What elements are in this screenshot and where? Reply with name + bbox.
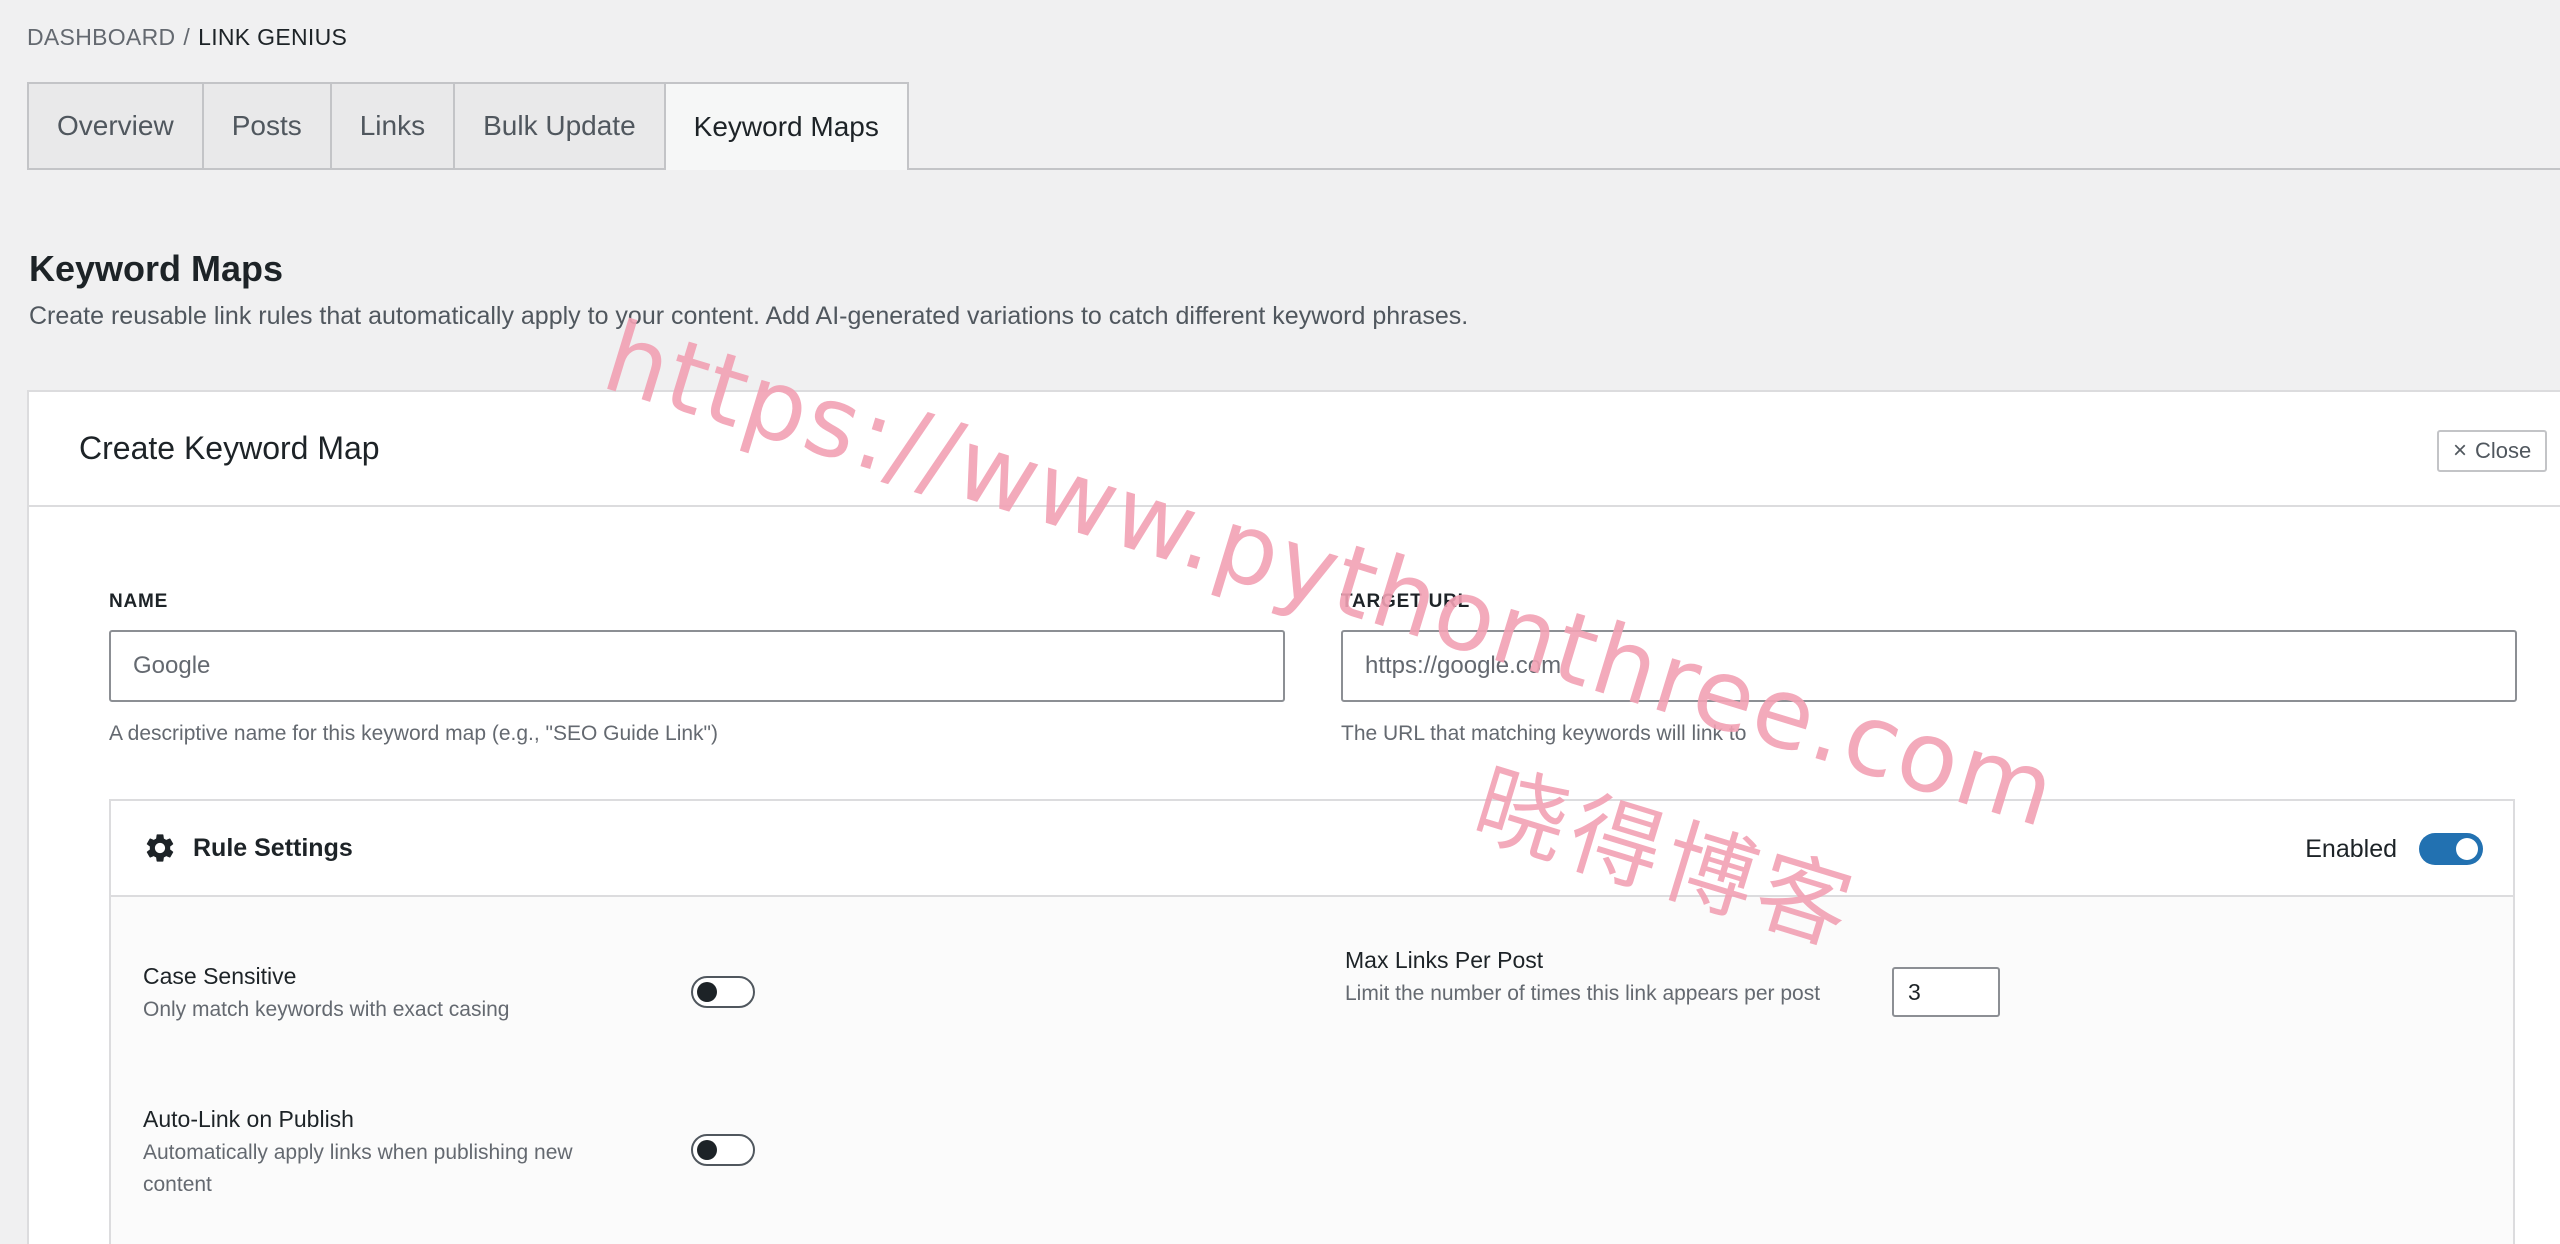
card-title: Create Keyword Map [79,430,380,466]
case-sensitive-title: Case Sensitive [143,963,297,989]
close-icon: × [2453,437,2468,464]
rule-settings-header: Rule Settings Enabled [111,801,2513,897]
case-sensitive-desc: Only match keywords with exact casing [143,998,510,1021]
close-button-label: Close [2475,438,2532,463]
page-description: Create reusable link rules that automati… [29,302,1469,330]
enabled-label: Enabled [2305,834,2397,863]
tab-keyword-maps[interactable]: Keyword Maps [663,82,909,170]
tab-overview[interactable]: Overview [27,82,204,168]
target-url-input[interactable] [1341,630,2517,702]
max-links-input[interactable] [1892,967,2000,1017]
create-keyword-map-card: Create Keyword Map × Close NAME A descri… [27,390,2560,1244]
rule-settings-title: Rule Settings [193,833,353,862]
gear-icon [146,834,174,862]
auto-link-desc: Automatically apply links when publishin… [143,1141,573,1196]
target-url-help-text: The URL that matching keywords will link… [1341,722,1747,745]
card-header: Create Keyword Map × Close [29,392,2560,507]
max-links-desc: Limit the number of times this link appe… [1345,982,1821,1005]
rule-settings-panel: Rule Settings Enabled Case Sensitive Onl… [109,799,2515,1244]
name-help-text: A descriptive name for this keyword map … [109,722,718,745]
close-button[interactable]: × Close [2437,430,2548,472]
breadcrumb-separator: / [183,24,191,50]
breadcrumb-dashboard-link[interactable]: DASHBOARD [27,24,175,50]
target-url-label: TARGET URL [1341,591,1471,612]
name-input[interactable] [109,630,1285,702]
page-title: Keyword Maps [29,248,284,289]
tab-bar: Overview Posts Links Bulk Update Keyword… [27,82,2560,170]
tab-posts[interactable]: Posts [201,82,332,168]
breadcrumb: DASHBOARD / LINK GENIUS [27,24,347,51]
auto-link-title: Auto-Link on Publish [143,1106,354,1132]
tab-bulk-update[interactable]: Bulk Update [453,82,666,168]
breadcrumb-current: LINK GENIUS [198,24,348,50]
max-links-title: Max Links Per Post [1345,947,1544,973]
enabled-toggle[interactable] [2419,833,2483,865]
tab-links[interactable]: Links [329,82,456,168]
case-sensitive-toggle[interactable] [691,976,755,1008]
enabled-control: Enabled [2305,801,2483,897]
auto-link-toggle[interactable] [691,1134,755,1166]
name-label: NAME [109,591,169,612]
